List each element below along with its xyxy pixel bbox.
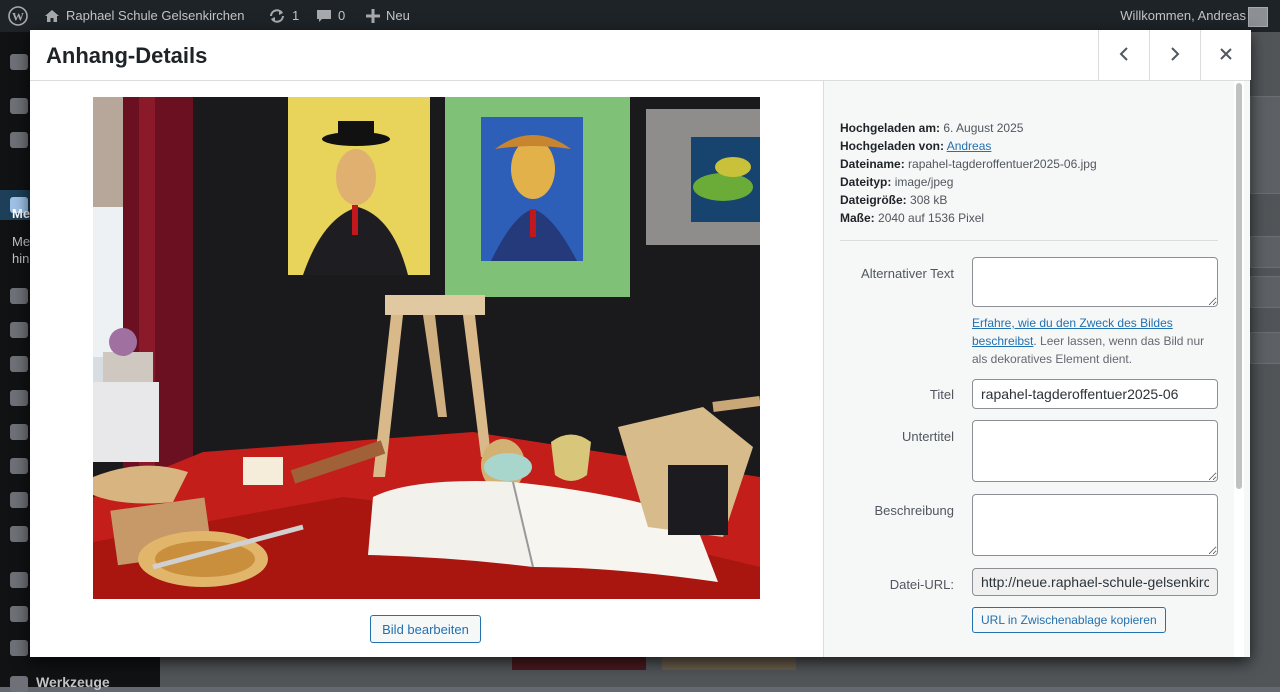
comments-count: 0 [338, 8, 346, 23]
settings-icon[interactable] [10, 606, 28, 622]
account-greeting[interactable]: Willkommen, Andreas [1120, 0, 1246, 32]
filetype-row: Dateityp: image/jpeg [840, 173, 1097, 191]
dashboard-icon[interactable] [10, 54, 28, 70]
file-url-label: Datei-URL: [889, 577, 954, 592]
caption-label: Untertitel [901, 429, 954, 444]
title-label: Titel [929, 387, 954, 402]
caption-field[interactable] [972, 420, 1218, 482]
divider [840, 240, 1218, 241]
calendar-icon[interactable] [10, 288, 28, 304]
background-thumbnail [512, 656, 646, 670]
background-panel [1250, 276, 1280, 308]
background-thumbnail [662, 656, 796, 670]
posts-icon[interactable] [10, 98, 28, 114]
dimensions-value: 2040 auf 1536 Pixel [878, 211, 985, 225]
close-modal-button[interactable] [1200, 30, 1251, 80]
mail-icon[interactable] [10, 458, 28, 474]
plugins-icon[interactable] [10, 526, 28, 542]
edit-image-button[interactable]: Bild bearbeiten [370, 615, 481, 643]
new-label: Neu [386, 8, 410, 23]
filename-value: rapahel-tagderoffentuer2025-06.jpg [908, 157, 1097, 171]
chevron-left-icon [1117, 46, 1131, 65]
filename-row: Dateiname: rapahel-tagderoffentuer2025-0… [840, 155, 1097, 173]
sidebar-submenu-item[interactable]: Me [12, 234, 30, 249]
filename-label: Dateiname: [840, 157, 905, 171]
users-icon[interactable] [10, 640, 28, 656]
forms-icon[interactable] [10, 390, 28, 406]
list-icon[interactable] [10, 424, 28, 440]
uploaded-by-row: Hochgeladen von: Andreas [840, 137, 1097, 155]
uploaded-on-label: Hochgeladen am: [840, 121, 941, 135]
sidebar-item-media-label[interactable]: Me [12, 206, 30, 221]
tools-icon[interactable] [10, 572, 28, 588]
filesize-value: 308 kB [910, 193, 948, 207]
details-scrollbar[interactable] [1234, 81, 1244, 657]
background-panel [1250, 236, 1280, 268]
pages-icon[interactable] [10, 322, 28, 338]
comments-icon[interactable] [10, 356, 28, 372]
sidebar-submenu-item[interactable]: hin [12, 251, 29, 266]
uploaded-on-row: Hochgeladen am: 6. August 2025 [840, 119, 1097, 137]
attachment-preview: Bild bearbeiten [30, 81, 823, 657]
uploaded-on-value: 6. August 2025 [943, 121, 1024, 135]
svg-text:W: W [12, 10, 24, 24]
appearance-icon[interactable] [10, 492, 28, 508]
updates-icon [268, 8, 286, 24]
dimensions-row: Maße: 2040 auf 1536 Pixel [840, 209, 1097, 227]
copy-url-button[interactable]: URL in Zwischenablage kopieren [972, 607, 1166, 633]
attachment-image [93, 97, 760, 599]
new-content-link[interactable]: Neu [366, 0, 410, 32]
sidebar-item-tools[interactable]: Werkzeuge [36, 674, 110, 690]
previous-attachment-button[interactable] [1098, 30, 1149, 80]
attachment-info-panel: Hochgeladen am: 6. August 2025 Hochgelad… [823, 81, 1250, 657]
updates-link[interactable]: 1 [268, 0, 299, 32]
avatar[interactable] [1248, 7, 1268, 27]
chevron-right-icon [1168, 46, 1182, 65]
site-name: Raphael Schule Gelsenkirchen [66, 8, 245, 23]
uploaded-by-link[interactable]: Andreas [947, 139, 992, 153]
filesize-row: Dateigröße: 308 kB [840, 191, 1097, 209]
dimensions-label: Maße: [840, 211, 875, 225]
wordpress-logo-icon[interactable]: W [8, 0, 28, 32]
alt-text-label: Alternativer Text [861, 266, 954, 281]
modal-title: Anhang-Details [46, 43, 208, 68]
alt-text-help: Erfahre, wie du den Zweck des Bildes bes… [972, 314, 1222, 368]
home-icon [44, 8, 60, 24]
admin-bar: W Raphael Schule Gelsenkirchen 1 0 Neu W… [0, 0, 1280, 32]
filetype-value: image/jpeg [894, 175, 954, 189]
attachment-details-modal: Anhang-Details Bild bearbeiten Hochgelad… [30, 30, 1251, 657]
alt-text-field[interactable] [972, 257, 1218, 307]
modal-header: Anhang-Details [30, 30, 1251, 81]
background-panel [1250, 96, 1280, 194]
close-icon [1219, 47, 1233, 64]
comment-icon [316, 8, 332, 24]
file-metadata: Hochgeladen am: 6. August 2025 Hochgelad… [840, 119, 1097, 227]
background-panel [1250, 332, 1280, 364]
site-name-link[interactable]: Raphael Schule Gelsenkirchen [44, 0, 245, 32]
wrench-icon[interactable] [10, 676, 28, 692]
description-field[interactable] [972, 494, 1218, 556]
uploaded-by-label: Hochgeladen von: [840, 139, 945, 153]
description-label: Beschreibung [874, 503, 955, 518]
scrollbar-thumb[interactable] [1236, 83, 1242, 489]
next-attachment-button[interactable] [1149, 30, 1200, 80]
filetype-label: Dateityp: [840, 175, 892, 189]
pages-grid-icon[interactable] [10, 132, 28, 148]
file-url-field[interactable] [972, 568, 1218, 596]
updates-count: 1 [292, 8, 300, 23]
plus-icon [366, 9, 380, 23]
filesize-label: Dateigröße: [840, 193, 907, 207]
title-field[interactable] [972, 379, 1218, 409]
comments-link[interactable]: 0 [316, 0, 345, 32]
